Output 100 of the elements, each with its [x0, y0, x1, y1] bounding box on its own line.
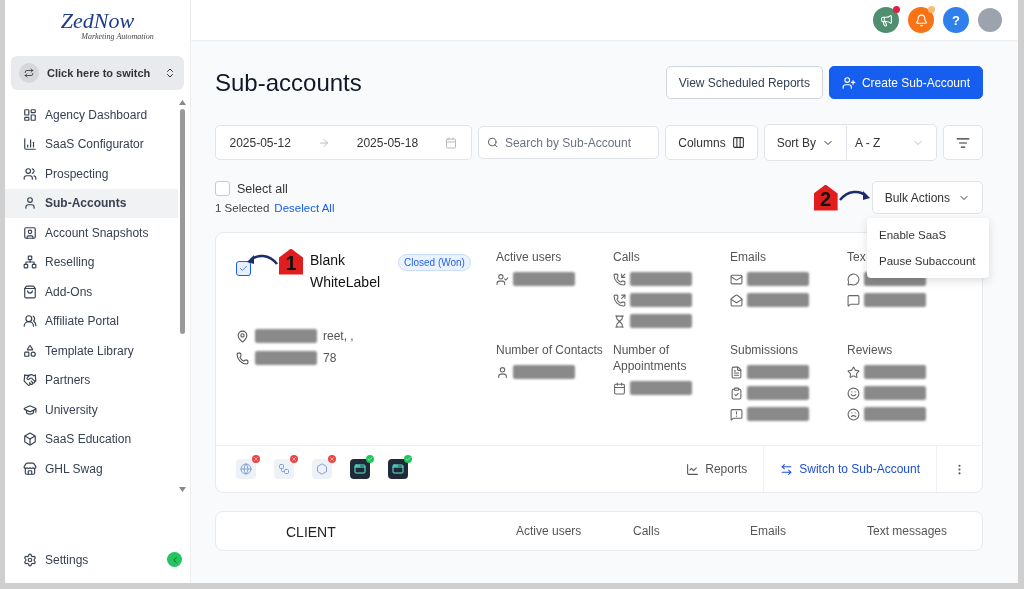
columns-icon: [731, 136, 745, 149]
stat-label: Submissions: [730, 342, 799, 358]
reports-link[interactable]: Reports: [670, 446, 764, 492]
bulk-actions-dropdown[interactable]: Bulk Actions: [871, 181, 983, 214]
shapes-icon: [23, 343, 37, 358]
dashboard-icon: [23, 107, 37, 122]
address-text: reet, ,: [323, 329, 354, 343]
columns-button[interactable]: Columns: [665, 125, 758, 160]
collapse-button[interactable]: [167, 552, 182, 567]
logo: ZedNow Marketing Automation: [59, 6, 155, 43]
scrollbar-thumb[interactable]: [179, 109, 185, 334]
frown-icon: [847, 407, 860, 421]
search-input[interactable]: Search by Sub-Account: [502, 134, 651, 151]
sidebar-item[interactable]: Affiliate Portal: [5, 306, 178, 336]
sidebar-item[interactable]: Prospecting: [5, 159, 178, 189]
open-mail-icon: [730, 293, 743, 307]
avatar[interactable]: [978, 8, 1002, 32]
bar-chart-icon: [23, 137, 37, 152]
bell-icon: [914, 13, 928, 27]
sidebar-item[interactable]: Add-Ons: [5, 277, 178, 307]
sidebar-item[interactable]: Reselling: [5, 247, 178, 277]
sidebar-item[interactable]: Template Library: [5, 336, 178, 366]
stat-label: Reviews: [847, 342, 893, 358]
calendar-icon: [445, 136, 458, 149]
outgoing-call-icon: [613, 293, 626, 307]
checkbox-label: Select all: [237, 181, 288, 196]
megaphone-button[interactable]: [873, 7, 899, 33]
deselect-link[interactable]: Deselect All: [274, 202, 335, 214]
portrait-icon: [23, 225, 37, 240]
blurred-value: [864, 293, 926, 307]
blurred-value: [747, 365, 809, 379]
filter-button[interactable]: [943, 125, 983, 160]
annotation-marker: 1: [279, 248, 303, 275]
app-window-icon: [354, 463, 366, 475]
handshake-icon: [23, 373, 37, 388]
add-user-icon: [841, 75, 856, 90]
blurred-value: [864, 386, 926, 400]
smile-icon: [847, 386, 860, 400]
stat-label: Emails: [750, 524, 787, 540]
bag-icon: [23, 284, 37, 299]
user-check-icon: [496, 272, 509, 286]
app-window-icon: [392, 463, 404, 475]
blurred-value: [513, 365, 575, 379]
sidebar-item[interactable]: SaaS Configurator: [5, 129, 178, 159]
globe-icon: [240, 463, 252, 475]
settings-link[interactable]: Settings: [23, 552, 89, 567]
account-name: Blank WhiteLabel: [310, 251, 382, 292]
graduation-cap-icon: [23, 402, 37, 417]
settings-icon: [23, 552, 37, 567]
blurred-value: [747, 293, 809, 307]
search-field[interactable]: Search by Sub-Account: [477, 126, 660, 159]
store-icon: [23, 461, 37, 476]
menu-item[interactable]: Pause Subaccount: [867, 248, 989, 274]
stat-label: Active users: [496, 249, 562, 265]
blurred-value: [747, 407, 809, 421]
switch-icon: [24, 68, 34, 78]
blurred-value: [255, 351, 317, 365]
workflow-icon: [278, 463, 290, 475]
blurred-value: [630, 314, 692, 328]
annotation-marker: 2: [813, 184, 838, 211]
blurred-value: [630, 272, 692, 286]
checkbox[interactable]: [236, 261, 251, 276]
selected-count: 1 Selected: [215, 202, 270, 214]
menu-item[interactable]: Enable SaaS: [867, 222, 989, 248]
switch-account-link[interactable]: Switch to Sub-Account: [763, 446, 936, 492]
sidebar-item[interactable]: Account Snapshots: [5, 218, 178, 248]
date-range-field[interactable]: 2025-05-12 2025-05-18: [215, 125, 472, 160]
reports-button[interactable]: View Scheduled Reports: [665, 66, 823, 99]
sidebar-item[interactable]: Partners: [5, 365, 178, 395]
blurred-value: [630, 381, 692, 395]
scroll-down-icon[interactable]: [178, 487, 186, 492]
sidebar-item[interactable]: University: [5, 395, 178, 425]
phone-icon: [236, 351, 249, 365]
create-button[interactable]: Create Sub-Account: [828, 66, 983, 99]
sidebar-item[interactable]: GHL Swag: [5, 454, 178, 484]
scroll-up-icon[interactable]: [178, 100, 186, 105]
hexagon-icon: [316, 463, 328, 475]
stat-label: Calls: [613, 249, 640, 265]
sidebar-item[interactable]: Agency Dashboard: [5, 100, 178, 130]
search-icon: [486, 136, 498, 149]
help-button[interactable]: ?: [943, 7, 969, 33]
stat-label: Tex: [847, 249, 866, 265]
sidebar-item[interactable]: Sub-Accounts: [5, 188, 178, 218]
account-name: CLIENT: [286, 524, 337, 542]
star-icon: [847, 365, 860, 379]
chart-icon: [686, 462, 700, 476]
stat-label: Text messages: [867, 524, 949, 540]
user-icon: [496, 365, 509, 379]
phone-text: 78: [323, 351, 337, 365]
user-icon: [23, 196, 37, 211]
notifications-button[interactable]: [908, 7, 934, 33]
blurred-value: [747, 272, 809, 286]
account-switcher[interactable]: Click here to switch: [11, 56, 184, 90]
stat-label: Active users: [516, 524, 583, 540]
filter-icon: [956, 135, 970, 150]
check-icon: [239, 264, 248, 273]
sort-select[interactable]: A - Z: [846, 126, 936, 159]
message-icon: [847, 293, 860, 307]
stat-label: Number of Contacts: [496, 342, 603, 358]
sidebar-item[interactable]: SaaS Education: [5, 424, 178, 454]
